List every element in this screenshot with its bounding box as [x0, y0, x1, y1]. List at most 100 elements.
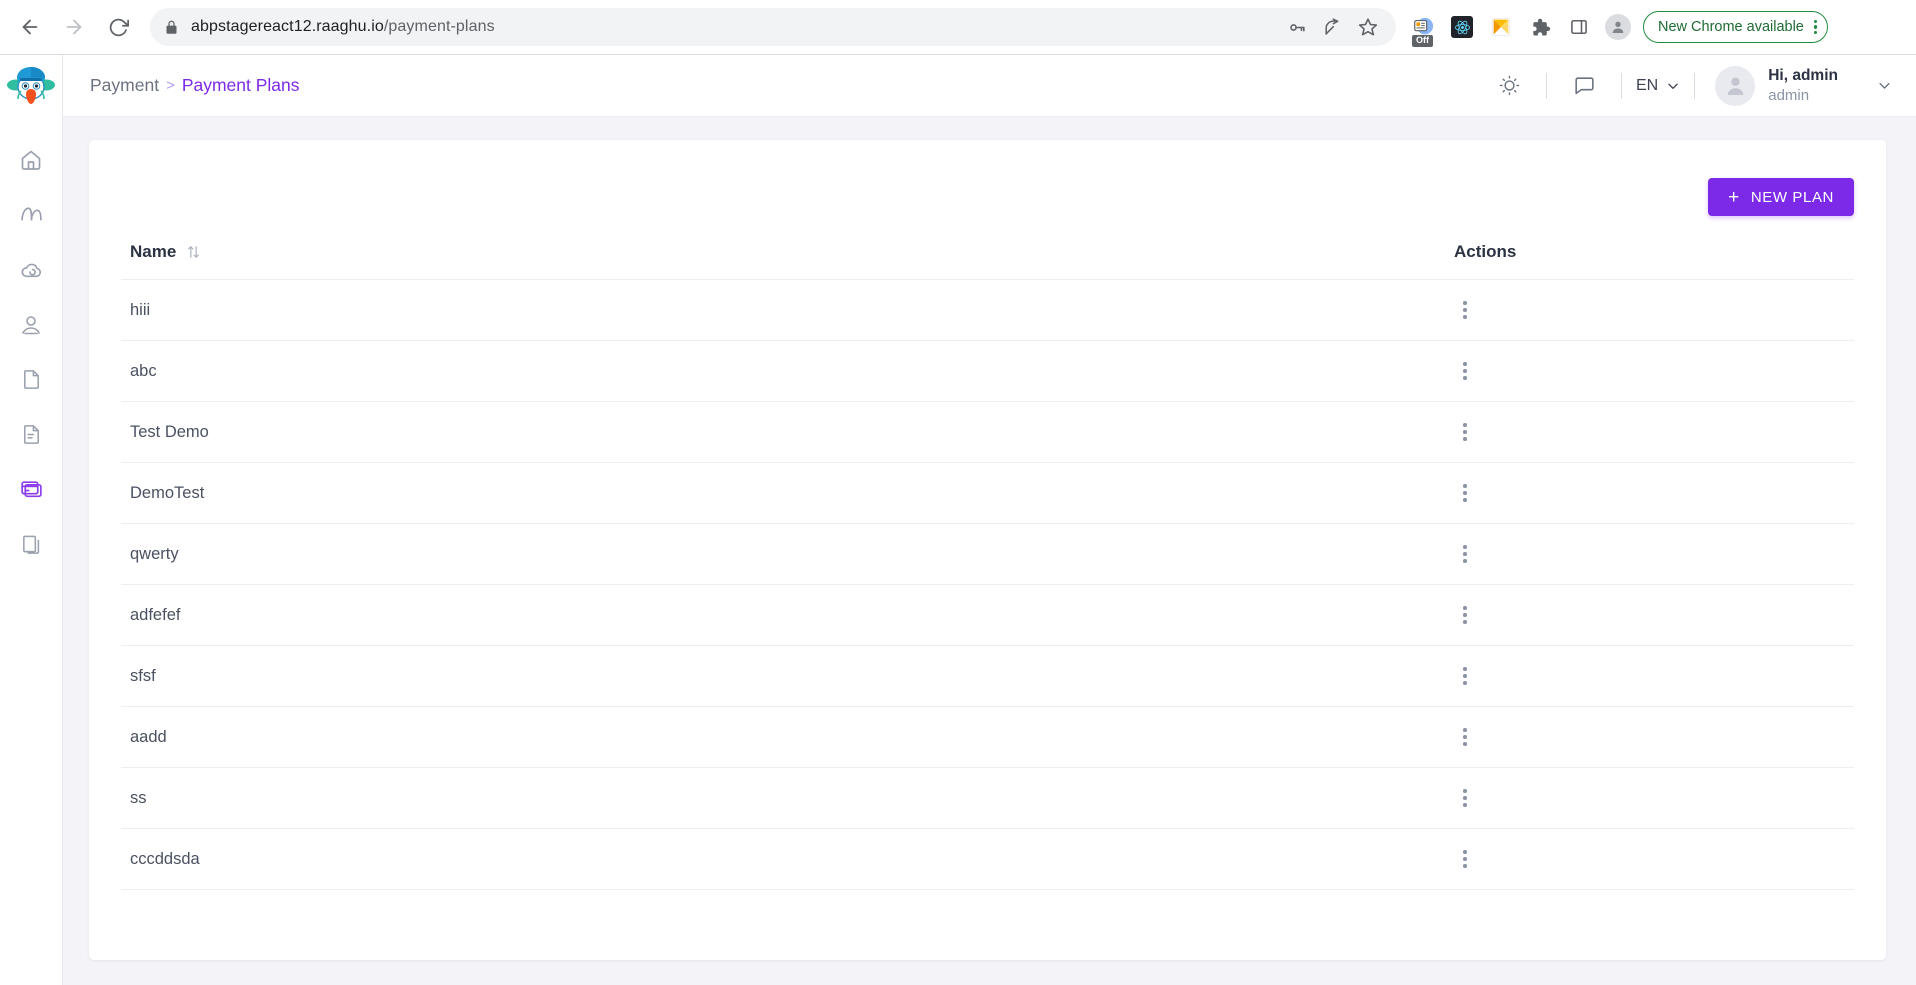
chrome-update-pill[interactable]: New Chrome available	[1643, 11, 1829, 43]
language-label: EN	[1636, 76, 1659, 94]
sidebar-item-cloud[interactable]	[0, 242, 63, 297]
share-icon[interactable]	[1323, 17, 1342, 37]
vertical-dots-icon[interactable]	[1454, 484, 1476, 502]
cell-plan-name: aadd	[121, 706, 1454, 768]
cell-actions	[1454, 279, 1854, 341]
extension-icons: Off	[1406, 10, 1635, 47]
cell-plan-name: hiii	[121, 279, 1454, 341]
file-text-icon	[23, 425, 39, 444]
back-button[interactable]	[10, 7, 50, 47]
table-row: qwerty	[121, 523, 1854, 585]
analytics-icon	[20, 207, 42, 221]
vertical-dots-icon[interactable]	[1454, 301, 1476, 319]
sort-glyph	[188, 246, 200, 258]
column-label-actions: Actions	[1454, 242, 1517, 261]
extensions-puzzle-icon[interactable]	[1523, 10, 1557, 44]
cell-plan-name: Test Demo	[121, 401, 1454, 463]
column-header-name[interactable]: Name	[121, 242, 1454, 280]
vertical-dots-icon[interactable]	[1454, 728, 1476, 746]
vertical-dots-icon[interactable]	[1454, 362, 1476, 380]
reload-button[interactable]	[98, 7, 138, 47]
chevron-down-icon[interactable]	[1877, 78, 1892, 93]
column-header-actions: Actions	[1454, 242, 1854, 280]
card-toolbar: + NEW PLAN	[121, 166, 1854, 216]
sidebar-item-home[interactable]	[0, 132, 63, 187]
sidebar-item-analytics[interactable]	[0, 187, 63, 242]
breadcrumb-parent[interactable]: Payment	[90, 75, 159, 96]
cell-plan-name: DemoTest	[121, 462, 1454, 524]
table-row: DemoTest	[121, 462, 1854, 524]
table-row: hiii	[121, 279, 1854, 341]
panel-icon	[1571, 19, 1587, 35]
sidebar-item-file-text[interactable]	[0, 407, 63, 462]
side-panel-icon[interactable]	[1562, 10, 1596, 44]
cell-actions	[1454, 401, 1854, 463]
extension-toggle-off-icon[interactable]: Off	[1406, 10, 1440, 47]
cloud-icon	[21, 263, 41, 278]
chrome-menu-icon[interactable]	[1813, 19, 1818, 35]
address-bar[interactable]: abpstagereact12.raaghu.io/payment-plans	[150, 8, 1396, 46]
cell-actions	[1454, 584, 1854, 646]
chat-button[interactable]	[1561, 63, 1607, 109]
column-label-name: Name	[130, 242, 177, 261]
cell-plan-name: sfsf	[121, 645, 1454, 707]
sidebar-item-user[interactable]	[0, 297, 63, 352]
password-key-icon[interactable]	[1288, 18, 1307, 37]
cell-plan-name: ss	[121, 767, 1454, 829]
table-row: aadd	[121, 706, 1854, 768]
sidebar-item-pages[interactable]	[0, 517, 63, 572]
plus-icon: +	[1728, 186, 1740, 208]
omnibox-actions	[1288, 17, 1382, 37]
sidebar	[0, 55, 63, 985]
vertical-dots-icon[interactable]	[1454, 667, 1476, 685]
forward-button[interactable]	[54, 7, 94, 47]
table-row: adfefef	[121, 584, 1854, 646]
url-path: /payment-plans	[383, 18, 495, 35]
pages-copy-icon	[22, 535, 39, 554]
cell-plan-name: abc	[121, 340, 1454, 402]
url-host: abpstagereact12.raaghu.io	[191, 18, 384, 35]
vertical-dots-icon[interactable]	[1454, 545, 1476, 563]
new-plan-label: NEW PLAN	[1750, 188, 1834, 206]
cell-actions	[1454, 828, 1854, 890]
language-selector[interactable]: EN	[1636, 77, 1680, 95]
avatar	[1715, 65, 1756, 106]
table-row: Test Demo	[121, 401, 1854, 463]
extension-orange-icon[interactable]	[1484, 10, 1518, 44]
theme-toggle-button[interactable]	[1486, 63, 1532, 109]
breadcrumb-separator: >	[166, 77, 175, 94]
user-greeting: Hi, admin	[1768, 66, 1838, 84]
user-name: admin	[1768, 86, 1810, 104]
react-devtools-icon[interactable]	[1445, 10, 1479, 44]
table-row: abc	[121, 340, 1854, 402]
header-divider-3	[1694, 72, 1696, 99]
sidebar-item-document[interactable]	[0, 352, 63, 407]
breadcrumb-current[interactable]: Payment Plans	[182, 75, 300, 96]
vertical-dots-icon[interactable]	[1454, 606, 1476, 624]
react-logo	[1451, 16, 1473, 38]
cell-plan-name: cccddsda	[121, 828, 1454, 890]
application-window: Payment > Payment Plans EN Hi, admin adm…	[0, 55, 1916, 985]
cell-actions	[1454, 340, 1854, 402]
app-header: Payment > Payment Plans EN Hi, admin adm…	[63, 55, 1916, 117]
arrow-left-icon	[22, 19, 38, 35]
bookmark-star-icon[interactable]	[1358, 17, 1378, 37]
header-actions: EN Hi, admin admin	[1486, 63, 1916, 109]
sidebar-item-payment[interactable]	[0, 462, 63, 517]
payment-plans-table: Name Actions hiii abc Test Demo DemoTest qwe…	[121, 242, 1854, 890]
cell-actions	[1454, 767, 1854, 829]
user-menu[interactable]: Hi, admin admin	[1715, 65, 1892, 106]
breadcrumb: Payment > Payment Plans	[90, 75, 300, 96]
vertical-dots-icon[interactable]	[1454, 850, 1476, 868]
vertical-dots-icon[interactable]	[1454, 789, 1476, 807]
new-plan-button[interactable]: + NEW PLAN	[1708, 178, 1854, 216]
vertical-dots-icon[interactable]	[1454, 423, 1476, 441]
raaghu-bird-logo[interactable]	[7, 62, 55, 110]
name-header-inner: Name	[130, 242, 1454, 262]
profile-avatar-button[interactable]	[1601, 10, 1635, 44]
url-text: abpstagereact12.raaghu.io/payment-plans	[191, 18, 495, 36]
person-icon	[1727, 77, 1744, 95]
payment-plans-card: + NEW PLAN Name Actions hiii abc Test De…	[89, 140, 1886, 960]
sort-arrows-icon[interactable]	[186, 244, 201, 260]
table-head: Name Actions	[121, 242, 1854, 280]
